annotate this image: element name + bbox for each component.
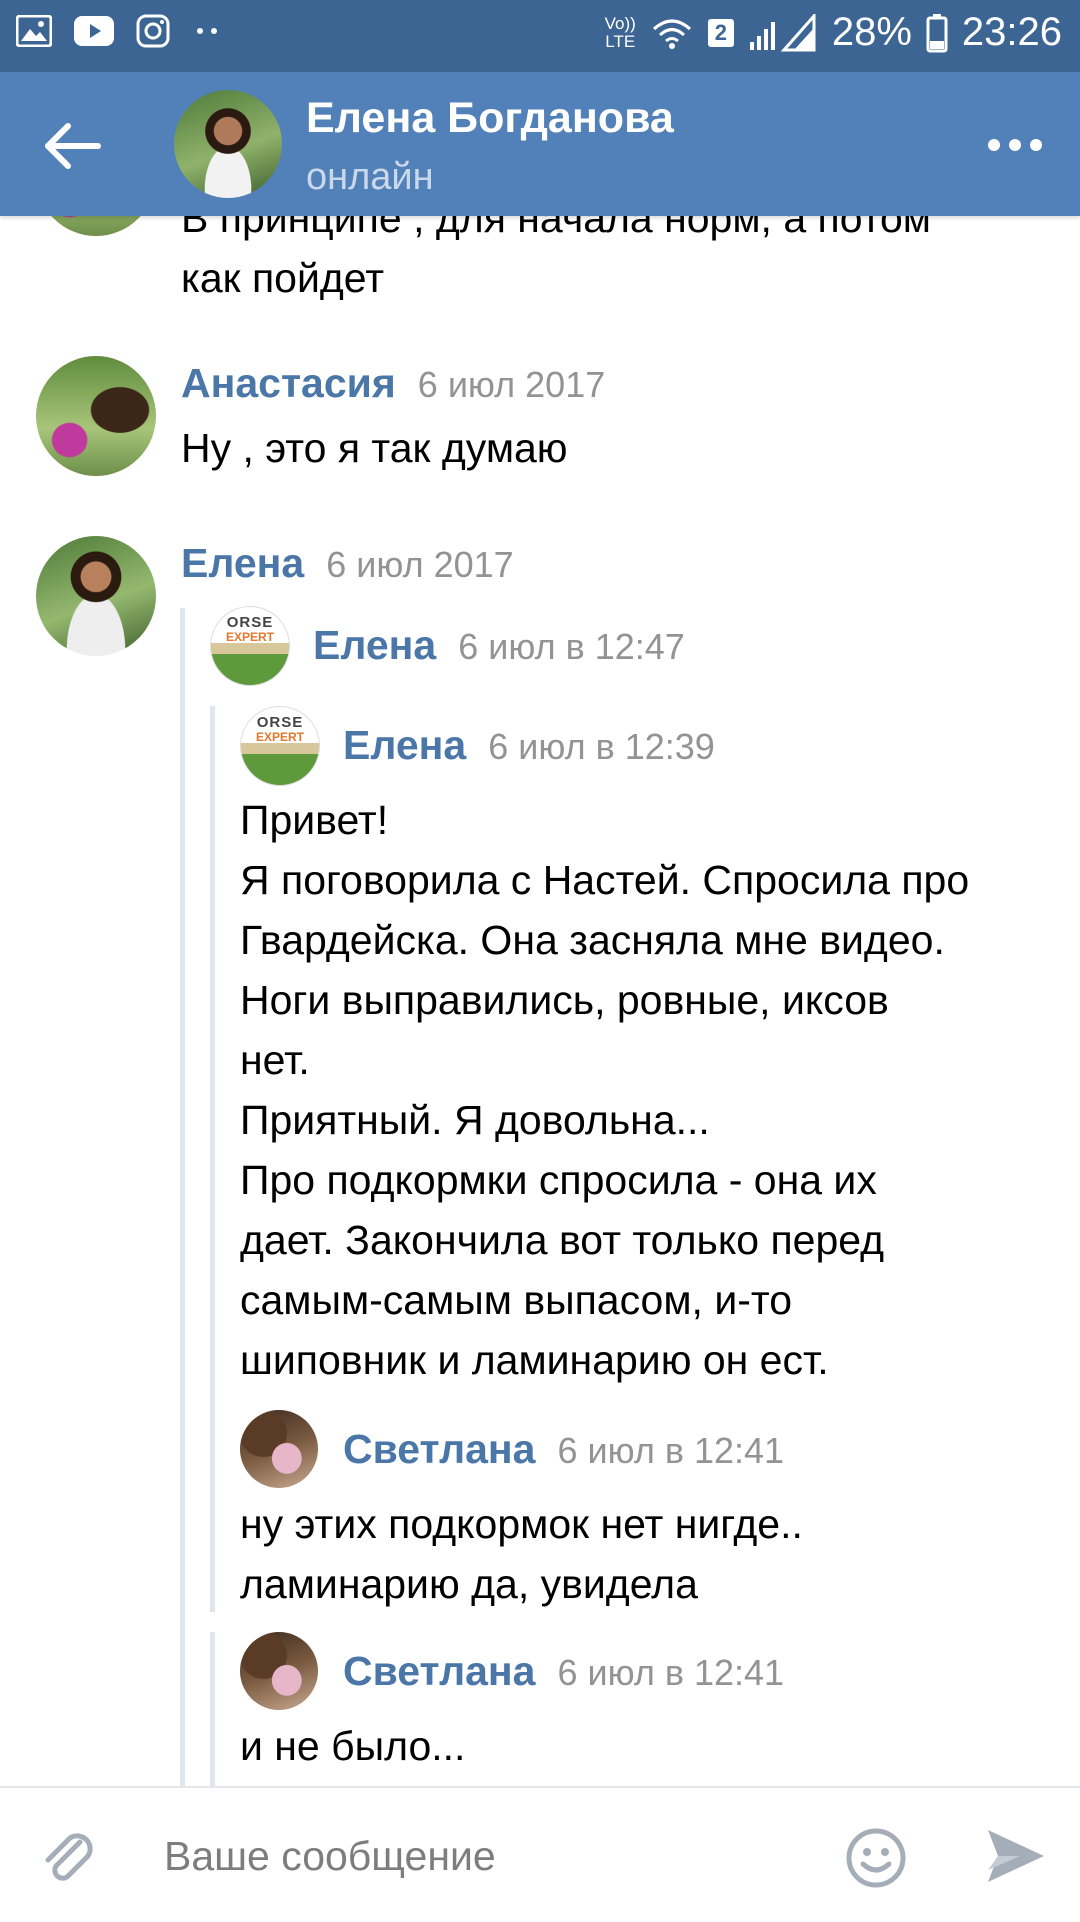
smiley-icon bbox=[846, 1828, 906, 1888]
forward-text: ну этих подкормок нет нигде.. ламинарию … bbox=[240, 1501, 803, 1607]
message-text: В принципе , для начала норм, а потом ка… bbox=[181, 216, 931, 301]
chat-header: Елена Богданова онлайн bbox=[0, 72, 1080, 216]
forward-date: 6 июл в 12:47 bbox=[458, 626, 685, 667]
more-button[interactable] bbox=[980, 130, 1050, 160]
message-text: Ну , это я так думаю bbox=[181, 425, 568, 471]
message-header: Анастасия 6 июл 2017 bbox=[181, 360, 605, 407]
forward-quote-line bbox=[180, 608, 185, 1786]
contact-name[interactable]: Елена Богданова bbox=[306, 94, 674, 143]
more-notifications-icon bbox=[192, 26, 222, 36]
message-date: 6 июл 2017 bbox=[417, 364, 606, 405]
message-header: Елена 6 июл 2017 bbox=[181, 540, 514, 587]
forward-avatar[interactable] bbox=[240, 1410, 318, 1488]
forward-text: и не было... bbox=[240, 1723, 466, 1769]
nested-quote-line bbox=[210, 1412, 215, 1602]
wifi-icon bbox=[650, 15, 694, 51]
forward-text: Привет! Я поговорила с Настей. Спросила … bbox=[240, 797, 970, 1383]
forward-header: Светлана 6 июл в 12:41 bbox=[343, 1426, 784, 1473]
battery-percent: 28% bbox=[831, 10, 912, 54]
message-composer bbox=[0, 1786, 1080, 1922]
nested-quote-line bbox=[210, 1632, 215, 1786]
author-name[interactable]: Елена bbox=[181, 540, 304, 586]
forward-header: Елена 6 июл в 12:47 bbox=[313, 622, 685, 669]
forward-date: 6 июл в 12:41 bbox=[557, 1652, 785, 1693]
message-date: 6 июл 2017 bbox=[326, 544, 514, 585]
signal-icon bbox=[748, 13, 818, 52]
forward-author[interactable]: Елена bbox=[313, 622, 436, 668]
forward-author[interactable]: Светлана bbox=[343, 1426, 536, 1472]
gallery-icon bbox=[16, 15, 52, 47]
message-list[interactable]: В принципе , для начала норм, а потом ка… bbox=[0, 216, 1080, 1786]
send-icon bbox=[988, 1830, 1044, 1882]
forward-header: Елена 6 июл в 12:39 bbox=[343, 722, 715, 769]
status-bar: Vo)) LTE 2 28% 23:26 bbox=[0, 0, 1080, 72]
volte-icon: Vo)) LTE bbox=[604, 13, 636, 51]
author-name[interactable]: Анастасия bbox=[181, 360, 396, 406]
youtube-icon bbox=[74, 16, 114, 46]
forward-avatar[interactable]: ORSE EXPERT bbox=[210, 606, 290, 686]
attach-button[interactable] bbox=[36, 1824, 100, 1888]
arrow-left-icon bbox=[45, 123, 101, 169]
forward-date: 6 июл в 12:39 bbox=[488, 726, 715, 767]
forward-avatar[interactable]: ORSE EXPERT bbox=[240, 706, 320, 786]
forward-date: 6 июл в 12:41 bbox=[557, 1430, 785, 1471]
clock: 23:26 bbox=[961, 10, 1062, 54]
forward-avatar[interactable] bbox=[240, 1632, 318, 1710]
forward-author[interactable]: Елена bbox=[343, 722, 466, 768]
forward-header: Светлана 6 июл в 12:41 bbox=[343, 1648, 784, 1695]
forward-author[interactable]: Светлана bbox=[343, 1648, 536, 1694]
contact-status: онлайн bbox=[306, 156, 434, 198]
send-button[interactable] bbox=[984, 1826, 1048, 1886]
emoji-button[interactable] bbox=[844, 1826, 908, 1890]
back-button[interactable] bbox=[36, 116, 112, 176]
paperclip-icon bbox=[45, 1833, 93, 1881]
avatar[interactable] bbox=[36, 216, 156, 236]
avatar[interactable] bbox=[36, 356, 156, 476]
instagram-icon bbox=[136, 14, 170, 48]
message-input[interactable] bbox=[162, 1818, 806, 1894]
avatar[interactable] bbox=[36, 536, 156, 656]
contact-avatar[interactable] bbox=[174, 90, 282, 198]
sim-badge: 2 bbox=[707, 18, 734, 47]
battery-icon bbox=[926, 13, 948, 53]
more-horizontal-icon bbox=[988, 139, 1042, 151]
